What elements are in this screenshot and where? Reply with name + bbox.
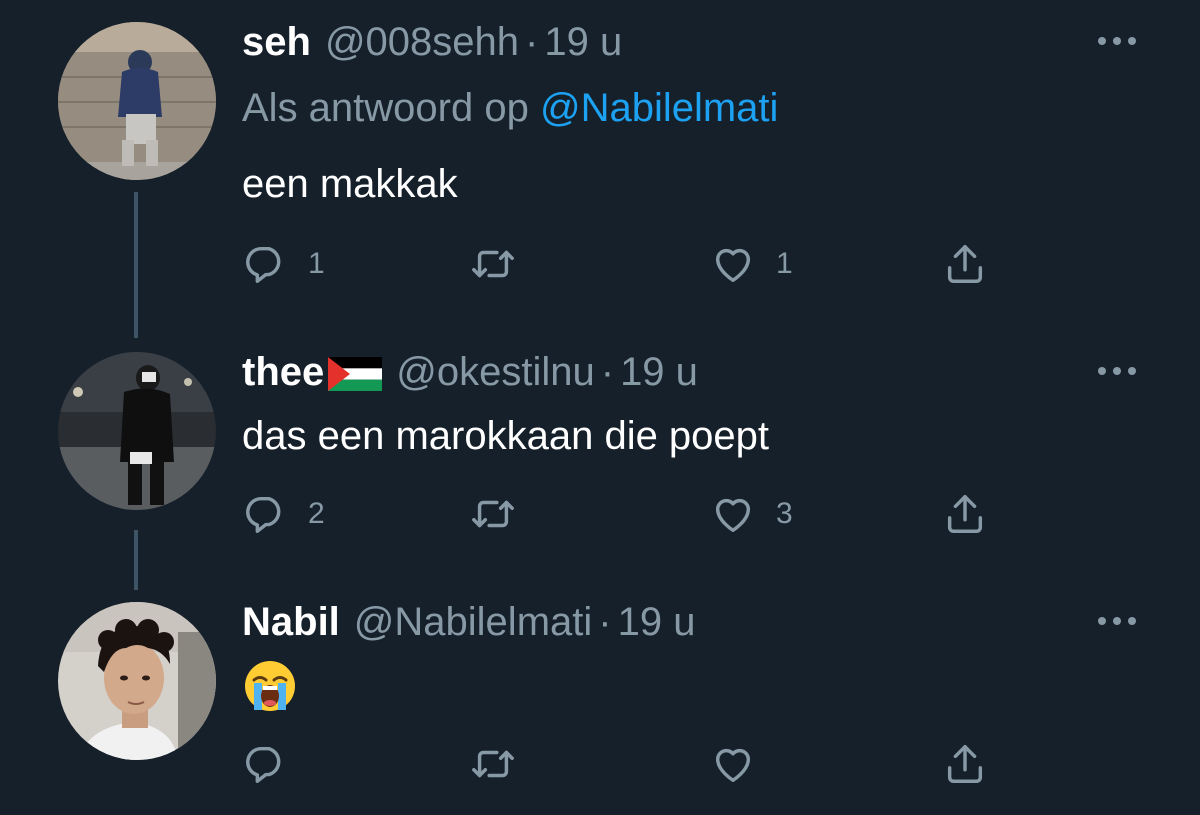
- loudly-crying-face-emoji-icon: [245, 661, 295, 711]
- reply-icon: [246, 746, 281, 783]
- avatar-seh[interactable]: [58, 22, 216, 180]
- tweet-actions: 1 1: [242, 240, 1002, 288]
- reply-prefix: Als antwoord op: [242, 86, 529, 130]
- retweet-icon: [472, 500, 514, 528]
- retweet-button[interactable]: [470, 490, 536, 538]
- share-button[interactable]: [942, 240, 988, 288]
- like-icon: [715, 498, 751, 533]
- avatar-nabil[interactable]: [58, 602, 216, 760]
- like-button[interactable]: 1: [710, 240, 793, 288]
- tweet-header: thee @okestilnu · 19 u: [242, 348, 698, 396]
- timestamp[interactable]: 19 u: [620, 350, 698, 394]
- like-icon: [715, 248, 751, 283]
- display-name[interactable]: Nabil: [242, 600, 340, 644]
- separator-dot: ·: [600, 350, 615, 394]
- share-icon: [947, 245, 983, 283]
- display-name[interactable]: seh: [242, 20, 311, 64]
- timestamp[interactable]: 19 u: [618, 600, 696, 644]
- reply-icon: [246, 246, 281, 283]
- tweet-2[interactable]: thee @okestilnu · 19 u das een marokkaan d…: [0, 340, 1200, 600]
- tweet-header: seh @008sehh · 19 u: [242, 18, 622, 66]
- share-icon: [947, 745, 983, 783]
- like-count: 3: [776, 497, 793, 530]
- tweet-3[interactable]: Nabil @Nabilelmati · 19 u: [0, 600, 1200, 815]
- retweet-button[interactable]: [470, 740, 536, 788]
- retweet-button[interactable]: [470, 240, 536, 288]
- reply-count: 2: [308, 497, 325, 530]
- tweet-text: [242, 658, 298, 725]
- like-button[interactable]: 3: [710, 490, 793, 538]
- retweet-icon: [472, 750, 514, 778]
- tweet-actions: [242, 740, 1002, 788]
- reply-button[interactable]: 1: [242, 240, 325, 288]
- share-icon: [947, 495, 983, 533]
- username[interactable]: @okestilnu: [396, 350, 594, 394]
- reply-mention-link[interactable]: @Nabilelmati: [540, 86, 778, 130]
- like-count: 1: [776, 247, 793, 280]
- separator-dot: ·: [598, 600, 612, 644]
- tweet-actions: 2 3: [242, 490, 1002, 538]
- more-icon[interactable]: [1094, 613, 1140, 629]
- reply-button[interactable]: [242, 740, 308, 788]
- username[interactable]: @008sehh: [325, 20, 519, 64]
- tweet-text: das een marokkaan die poept: [242, 414, 770, 458]
- retweet-icon: [472, 250, 514, 278]
- timestamp[interactable]: 19 u: [544, 20, 622, 64]
- like-icon: [715, 748, 751, 783]
- more-icon[interactable]: [1094, 363, 1140, 379]
- thread-line: [134, 192, 138, 338]
- username[interactable]: @Nabilelmati: [354, 600, 592, 644]
- tweet-header: Nabil @Nabilelmati · 19 u: [242, 598, 695, 646]
- avatar-thee[interactable]: [58, 352, 216, 510]
- reply-icon: [246, 496, 281, 533]
- reply-count: 1: [308, 247, 325, 280]
- more-icon[interactable]: [1094, 33, 1140, 49]
- like-button[interactable]: [710, 740, 776, 788]
- share-button[interactable]: [942, 490, 988, 538]
- share-button[interactable]: [942, 740, 988, 788]
- tweet-1[interactable]: seh @008sehh · 19 u Als antwoord op @Nabile…: [0, 0, 1200, 340]
- reply-button[interactable]: 2: [242, 490, 325, 538]
- palestine-flag-icon: [328, 357, 383, 391]
- thread-line: [134, 530, 138, 590]
- separator-dot: ·: [525, 20, 539, 64]
- tweet-text: een makkak: [242, 162, 458, 206]
- reply-context: Als antwoord op @Nabilelmati: [242, 84, 778, 132]
- display-name[interactable]: thee: [242, 350, 324, 394]
